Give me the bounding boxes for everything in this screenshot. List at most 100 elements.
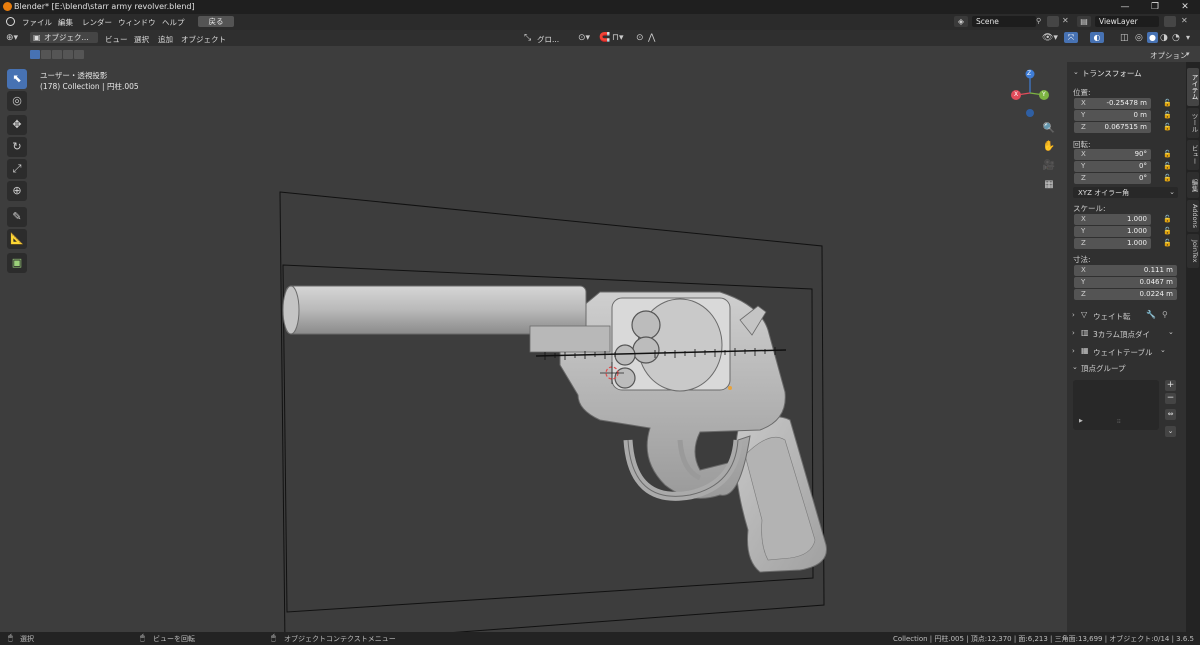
orientation-selector[interactable]: グロ... bbox=[537, 34, 559, 45]
scale-tool-button[interactable]: ⤢ bbox=[7, 159, 27, 179]
select-invert-mode-icon[interactable] bbox=[63, 50, 73, 59]
falloff-icon[interactable]: ⋀ bbox=[648, 33, 655, 43]
shading-solid-icon[interactable]: ● bbox=[1147, 32, 1158, 43]
shading-material-icon[interactable]: ◑ bbox=[1160, 33, 1168, 43]
dimensions-x-field[interactable]: X 0.111 m bbox=[1074, 265, 1177, 276]
orientation-icon[interactable]: ⤡ bbox=[524, 33, 531, 43]
proportional-edit-icon[interactable]: ⊙ bbox=[636, 33, 644, 43]
rotation-z-field[interactable]: Z 0° bbox=[1074, 173, 1151, 184]
cursor-tool-button[interactable]: ◎ bbox=[7, 91, 27, 111]
select-extend-mode-icon[interactable] bbox=[41, 50, 51, 59]
back-button[interactable]: 戻る bbox=[198, 16, 234, 27]
xray-toggle-icon[interactable]: ◫ bbox=[1120, 33, 1129, 43]
scale-y-field[interactable]: Y 1.000 bbox=[1074, 226, 1151, 237]
options-chevron-icon[interactable]: ▾ bbox=[1186, 50, 1190, 58]
overlay-toggle-icon[interactable]: ◐ bbox=[1090, 32, 1104, 43]
lock-icon[interactable]: 🔓 bbox=[1163, 99, 1172, 107]
scale-z-field[interactable]: Z 1.000 bbox=[1074, 238, 1151, 249]
mode-selector[interactable]: ▣ オブジェク... bbox=[30, 32, 98, 43]
tab-view[interactable]: ビュー bbox=[1187, 140, 1199, 170]
minimize-button[interactable]: — bbox=[1110, 0, 1140, 14]
lock-icon[interactable]: 🔓 bbox=[1163, 111, 1172, 119]
shading-rendered-icon[interactable]: ◔ bbox=[1172, 33, 1180, 43]
close-button[interactable]: ✕ bbox=[1170, 0, 1200, 14]
location-y-field[interactable]: Y 0 m bbox=[1074, 110, 1151, 121]
new-scene-button[interactable] bbox=[1047, 16, 1059, 27]
location-z-field[interactable]: Z 0.067515 m bbox=[1074, 122, 1151, 133]
select-tool-button[interactable]: ⬉ bbox=[7, 69, 27, 89]
vertex-groups-chevron-icon[interactable]: ⌄ bbox=[1072, 363, 1078, 371]
select-subtract-mode-icon[interactable] bbox=[52, 50, 62, 59]
view-layer-field[interactable]: ViewLayer bbox=[1095, 16, 1159, 27]
options-dropdown[interactable]: オプション bbox=[1150, 50, 1188, 61]
pivot-icon[interactable]: ⊙▾ bbox=[578, 33, 590, 43]
dimensions-z-field[interactable]: Z 0.0224 m bbox=[1074, 289, 1177, 300]
scene-field[interactable]: Scene bbox=[972, 16, 1036, 27]
zoom-icon[interactable]: 🔍 bbox=[1042, 122, 1056, 136]
add-cube-tool-button[interactable]: ▣ bbox=[7, 253, 27, 273]
move-tool-button[interactable]: ✥ bbox=[7, 115, 27, 135]
tab-addons[interactable]: Addons bbox=[1187, 200, 1199, 232]
3d-viewport[interactable]: ⬉ ◎ ✥ ↻ ⤢ ⊕ ✎ 📐 ▣ ユーザー・透視投影 (178) Collec… bbox=[0, 62, 1067, 632]
section-3column-vertex[interactable]: › ▥ 3カラム頂点ダイ ⌄ bbox=[1070, 327, 1182, 340]
menu-view[interactable]: ビュー bbox=[105, 34, 128, 45]
menu-select[interactable]: 選択 bbox=[134, 34, 149, 45]
delete-view-layer-icon[interactable]: ✕ bbox=[1181, 16, 1188, 25]
ortho-toggle-icon[interactable]: ▦ bbox=[1042, 178, 1056, 192]
section-weight-transfer[interactable]: › ▽ ウェイト転 🔧 ⚲ bbox=[1070, 309, 1182, 322]
vertex-group-specials-button[interactable]: ⇔ bbox=[1165, 409, 1176, 420]
dimensions-y-field[interactable]: Y 0.0467 m bbox=[1074, 277, 1177, 288]
scene-icon[interactable]: ◈ bbox=[954, 16, 968, 27]
remove-vertex-group-button[interactable]: − bbox=[1165, 393, 1176, 404]
lock-icon[interactable]: 🔓 bbox=[1163, 227, 1172, 235]
rotation-x-field[interactable]: X 90° bbox=[1074, 149, 1151, 160]
menu-object[interactable]: オブジェクト bbox=[181, 34, 226, 45]
tab-tool[interactable]: ツール bbox=[1187, 108, 1199, 138]
gizmo-toggle-icon[interactable]: ⤧ bbox=[1064, 32, 1078, 43]
editor-type-icon[interactable]: ⊕▾ bbox=[6, 33, 18, 43]
vertex-group-menu-button[interactable]: ⌄ bbox=[1165, 426, 1176, 437]
view-layer-icon[interactable]: ▤ bbox=[1077, 16, 1091, 27]
lock-icon[interactable]: 🔓 bbox=[1163, 123, 1172, 131]
add-vertex-group-button[interactable]: + bbox=[1165, 380, 1176, 391]
vertex-group-list[interactable]: ▶ ⁝⁝ bbox=[1073, 380, 1159, 430]
snap-target-icon[interactable]: ⊓▾ bbox=[612, 33, 624, 43]
resize-grip-icon[interactable]: ⁝⁝ bbox=[1117, 418, 1121, 425]
new-view-layer-button[interactable] bbox=[1164, 16, 1176, 27]
select-intersect-mode-icon[interactable] bbox=[74, 50, 84, 59]
menu-help[interactable]: ヘルプ bbox=[162, 17, 185, 28]
camera-view-icon[interactable]: 🎥 bbox=[1042, 159, 1056, 173]
lock-icon[interactable]: 🔓 bbox=[1163, 215, 1172, 223]
menu-render[interactable]: レンダー bbox=[82, 17, 112, 28]
tab-jointex[interactable]: JoinTex bbox=[1187, 234, 1199, 268]
rotation-mode-select[interactable]: XYZ オイラー角 ⌄ bbox=[1073, 187, 1178, 198]
location-x-field[interactable]: X -0.25478 m bbox=[1074, 98, 1151, 109]
transform-chevron-icon[interactable]: ⌄ bbox=[1073, 68, 1079, 76]
shading-wireframe-icon[interactable]: ◎ bbox=[1135, 33, 1143, 43]
blender-menu-icon[interactable] bbox=[6, 17, 15, 26]
rotate-tool-button[interactable]: ↻ bbox=[7, 137, 27, 157]
shading-options-icon[interactable]: ▾ bbox=[1186, 33, 1190, 42]
delete-scene-icon[interactable]: ✕ bbox=[1062, 16, 1069, 25]
rotation-y-field[interactable]: Y 0° bbox=[1074, 161, 1151, 172]
menu-file[interactable]: ファイル bbox=[22, 17, 52, 28]
measure-tool-button[interactable]: 📐 bbox=[7, 229, 27, 249]
lock-icon[interactable]: 🔓 bbox=[1163, 174, 1172, 182]
pin-icon[interactable]: ⚲ bbox=[1036, 17, 1041, 25]
maximize-button[interactable]: ❐ bbox=[1140, 0, 1170, 14]
lock-icon[interactable]: 🔓 bbox=[1163, 150, 1172, 158]
annotate-tool-button[interactable]: ✎ bbox=[7, 207, 27, 227]
transform-tool-button[interactable]: ⊕ bbox=[7, 181, 27, 201]
lock-icon[interactable]: 🔓 bbox=[1163, 162, 1172, 170]
visibility-icon[interactable]: 👁▾ bbox=[1042, 33, 1058, 43]
tab-item[interactable]: アイテム bbox=[1187, 68, 1199, 106]
menu-add[interactable]: 追加 bbox=[158, 34, 173, 45]
menu-edit[interactable]: 編集 bbox=[58, 17, 73, 28]
revolver-model[interactable] bbox=[282, 285, 827, 573]
menu-window[interactable]: ウィンドウ bbox=[118, 17, 156, 28]
tab-edit[interactable]: 編集 bbox=[1187, 172, 1199, 198]
pan-hand-icon[interactable]: ✋ bbox=[1042, 140, 1056, 154]
select-box-mode-icon[interactable] bbox=[30, 50, 40, 59]
section-weight-table[interactable]: › ▦ ウェイトテーブル ⌄ bbox=[1070, 345, 1182, 358]
scale-x-field[interactable]: X 1.000 bbox=[1074, 214, 1151, 225]
